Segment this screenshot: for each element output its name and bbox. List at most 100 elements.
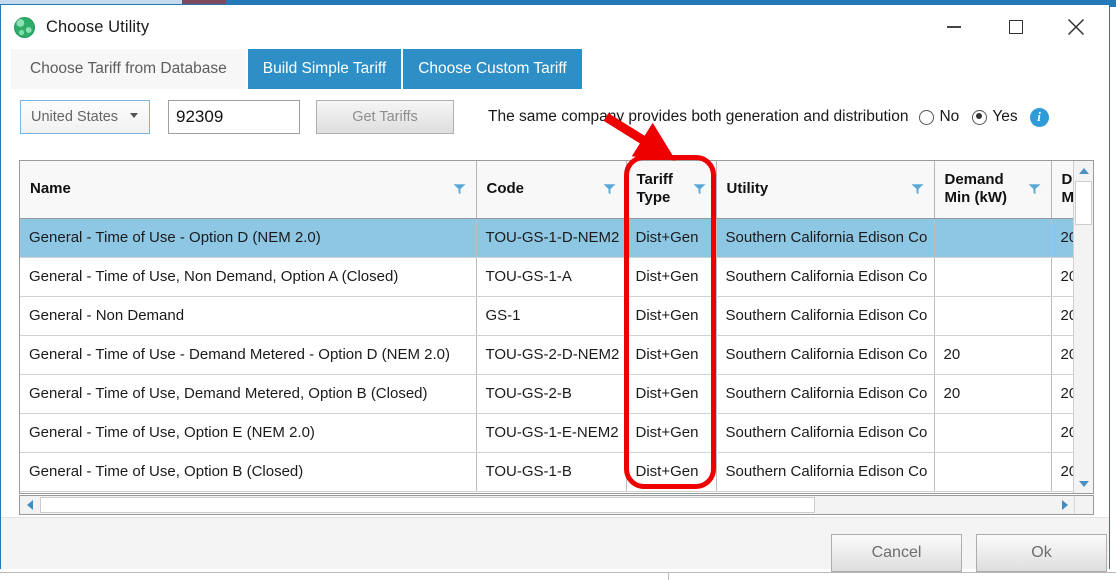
radio-no-label: No bbox=[939, 108, 959, 126]
tab-build-simple-tariff[interactable]: Build Simple Tariff bbox=[248, 49, 402, 89]
cell-utility: Southern California Edison Co bbox=[716, 335, 934, 374]
scroll-left-button[interactable] bbox=[20, 496, 39, 514]
table-row[interactable]: General - Time of Use, Option B (Closed)… bbox=[20, 452, 1094, 491]
cell-dmin bbox=[934, 452, 1051, 491]
filter-icon[interactable] bbox=[454, 184, 466, 194]
get-tariffs-button[interactable]: Get Tariffs bbox=[316, 100, 454, 134]
column-header-label: Code bbox=[487, 180, 525, 199]
cell-utility: Southern California Edison Co bbox=[716, 257, 934, 296]
cell-ttype: Dist+Gen bbox=[626, 257, 716, 296]
cell-name: General - Time of Use, Option E (NEM 2.0… bbox=[20, 413, 476, 452]
column-header-name[interactable]: Name bbox=[20, 161, 476, 218]
column-header-tariff-type[interactable]: Tariff Type bbox=[626, 161, 716, 218]
cell-name: General - Time of Use, Non Demand, Optio… bbox=[20, 257, 476, 296]
table-body: General - Time of Use - Option D (NEM 2.… bbox=[20, 218, 1094, 491]
background-bottom-tick bbox=[668, 573, 669, 580]
column-header-label: Name bbox=[30, 180, 71, 199]
zip-code-input[interactable] bbox=[168, 100, 300, 134]
table-row[interactable]: General - Time of Use, Demand Metered, O… bbox=[20, 374, 1094, 413]
scrollbar-corner bbox=[1074, 496, 1093, 514]
cell-dmin bbox=[934, 296, 1051, 335]
cell-utility: Southern California Edison Co bbox=[716, 452, 934, 491]
minimize-button[interactable] bbox=[931, 5, 977, 49]
radio-no[interactable] bbox=[919, 110, 934, 125]
cell-code: TOU-GS-2-B bbox=[476, 374, 626, 413]
cell-ttype: Dist+Gen bbox=[626, 335, 716, 374]
tab-label: Build Simple Tariff bbox=[263, 60, 387, 78]
minimize-icon bbox=[947, 26, 961, 28]
cell-name: General - Time of Use, Demand Metered, O… bbox=[20, 374, 476, 413]
vertical-scrollbar[interactable] bbox=[1073, 161, 1093, 493]
cell-ttype: Dist+Gen bbox=[626, 413, 716, 452]
same-company-radio-group: The same company provides both generatio… bbox=[488, 108, 1049, 127]
tab-strip: Choose Tariff from Database Build Simple… bbox=[11, 49, 1109, 89]
table-row[interactable]: General - Non DemandGS-1Dist+GenSouthern… bbox=[20, 296, 1094, 335]
scroll-right-button[interactable] bbox=[1055, 496, 1074, 514]
radio-yes-label: Yes bbox=[992, 108, 1017, 126]
footer-bar: Cancel Ok bbox=[1, 517, 1109, 569]
chevron-up-icon bbox=[1079, 168, 1089, 174]
maximize-icon bbox=[1009, 20, 1023, 34]
chevron-right-icon bbox=[1062, 500, 1068, 510]
cell-code: TOU-GS-1-D-NEM2 bbox=[476, 218, 626, 257]
table-row[interactable]: General - Time of Use - Demand Metered -… bbox=[20, 335, 1094, 374]
country-select[interactable]: United States bbox=[20, 100, 150, 134]
cell-name: General - Time of Use - Demand Metered -… bbox=[20, 335, 476, 374]
cell-code: TOU-GS-2-D-NEM2 bbox=[476, 335, 626, 374]
close-icon bbox=[1067, 18, 1085, 36]
tab-choose-tariff-from-database[interactable]: Choose Tariff from Database bbox=[11, 49, 246, 89]
country-select-value: United States bbox=[31, 109, 118, 125]
cell-utility: Southern California Edison Co bbox=[716, 413, 934, 452]
maximize-button[interactable] bbox=[993, 5, 1039, 49]
table-row[interactable]: General - Time of Use, Option E (NEM 2.0… bbox=[20, 413, 1094, 452]
column-header-utility[interactable]: Utility bbox=[716, 161, 934, 218]
cell-name: General - Non Demand bbox=[20, 296, 476, 335]
controls-row: United States Get Tariffs The same compa… bbox=[1, 89, 1109, 145]
cell-name: General - Time of Use, Option B (Closed) bbox=[20, 452, 476, 491]
chevron-down-icon bbox=[130, 113, 138, 118]
filter-icon[interactable] bbox=[1029, 184, 1041, 194]
scroll-up-button[interactable] bbox=[1074, 161, 1093, 180]
green-globe-icon bbox=[14, 17, 35, 38]
cell-ttype: Dist+Gen bbox=[626, 374, 716, 413]
table-row[interactable]: General - Time of Use - Option D (NEM 2.… bbox=[20, 218, 1094, 257]
cell-code: GS-1 bbox=[476, 296, 626, 335]
filter-icon[interactable] bbox=[912, 184, 924, 194]
cell-utility: Southern California Edison Co bbox=[716, 296, 934, 335]
tab-label: Choose Custom Tariff bbox=[418, 60, 566, 78]
cell-dmin bbox=[934, 218, 1051, 257]
tab-choose-custom-tariff[interactable]: Choose Custom Tariff bbox=[403, 49, 581, 89]
cell-ttype: Dist+Gen bbox=[626, 452, 716, 491]
same-company-question: The same company provides both generatio… bbox=[488, 108, 908, 126]
table-row[interactable]: General - Time of Use, Non Demand, Optio… bbox=[20, 257, 1094, 296]
column-header-demand-min[interactable]: Demand Min (kW) bbox=[934, 161, 1051, 218]
cell-utility: Southern California Edison Co bbox=[716, 218, 934, 257]
background-bottom-divider bbox=[0, 572, 1116, 573]
close-button[interactable] bbox=[1053, 5, 1099, 49]
cell-ttype: Dist+Gen bbox=[626, 218, 716, 257]
window-title: Choose Utility bbox=[46, 18, 149, 37]
cell-code: TOU-GS-1-A bbox=[476, 257, 626, 296]
table-header: Name Code Tariff Type bbox=[20, 161, 1094, 218]
info-icon[interactable]: i bbox=[1030, 108, 1049, 127]
vertical-scrollbar-thumb[interactable] bbox=[1075, 181, 1092, 225]
choose-utility-dialog: Choose Utility Choose Tariff from Databa… bbox=[0, 4, 1110, 569]
tariff-data-grid: Name Code Tariff Type bbox=[19, 160, 1094, 494]
filter-icon[interactable] bbox=[694, 184, 706, 194]
filter-icon[interactable] bbox=[604, 184, 616, 194]
cell-name: General - Time of Use - Option D (NEM 2.… bbox=[20, 218, 476, 257]
horizontal-scrollbar-thumb[interactable] bbox=[40, 497, 815, 513]
cell-ttype: Dist+Gen bbox=[626, 296, 716, 335]
column-header-code[interactable]: Code bbox=[476, 161, 626, 218]
cancel-button[interactable]: Cancel bbox=[831, 534, 962, 572]
ok-button[interactable]: Ok bbox=[976, 534, 1107, 572]
column-header-label: Demand Min (kW) bbox=[945, 171, 1007, 209]
horizontal-scrollbar[interactable] bbox=[19, 495, 1094, 515]
title-bar: Choose Utility bbox=[1, 5, 1109, 49]
cell-dmin: 20 bbox=[934, 335, 1051, 374]
scroll-down-button[interactable] bbox=[1074, 474, 1093, 493]
radio-yes[interactable] bbox=[972, 110, 987, 125]
table-header-row: Name Code Tariff Type bbox=[20, 161, 1094, 218]
cell-code: TOU-GS-1-B bbox=[476, 452, 626, 491]
column-header-label: Utility bbox=[727, 180, 769, 199]
